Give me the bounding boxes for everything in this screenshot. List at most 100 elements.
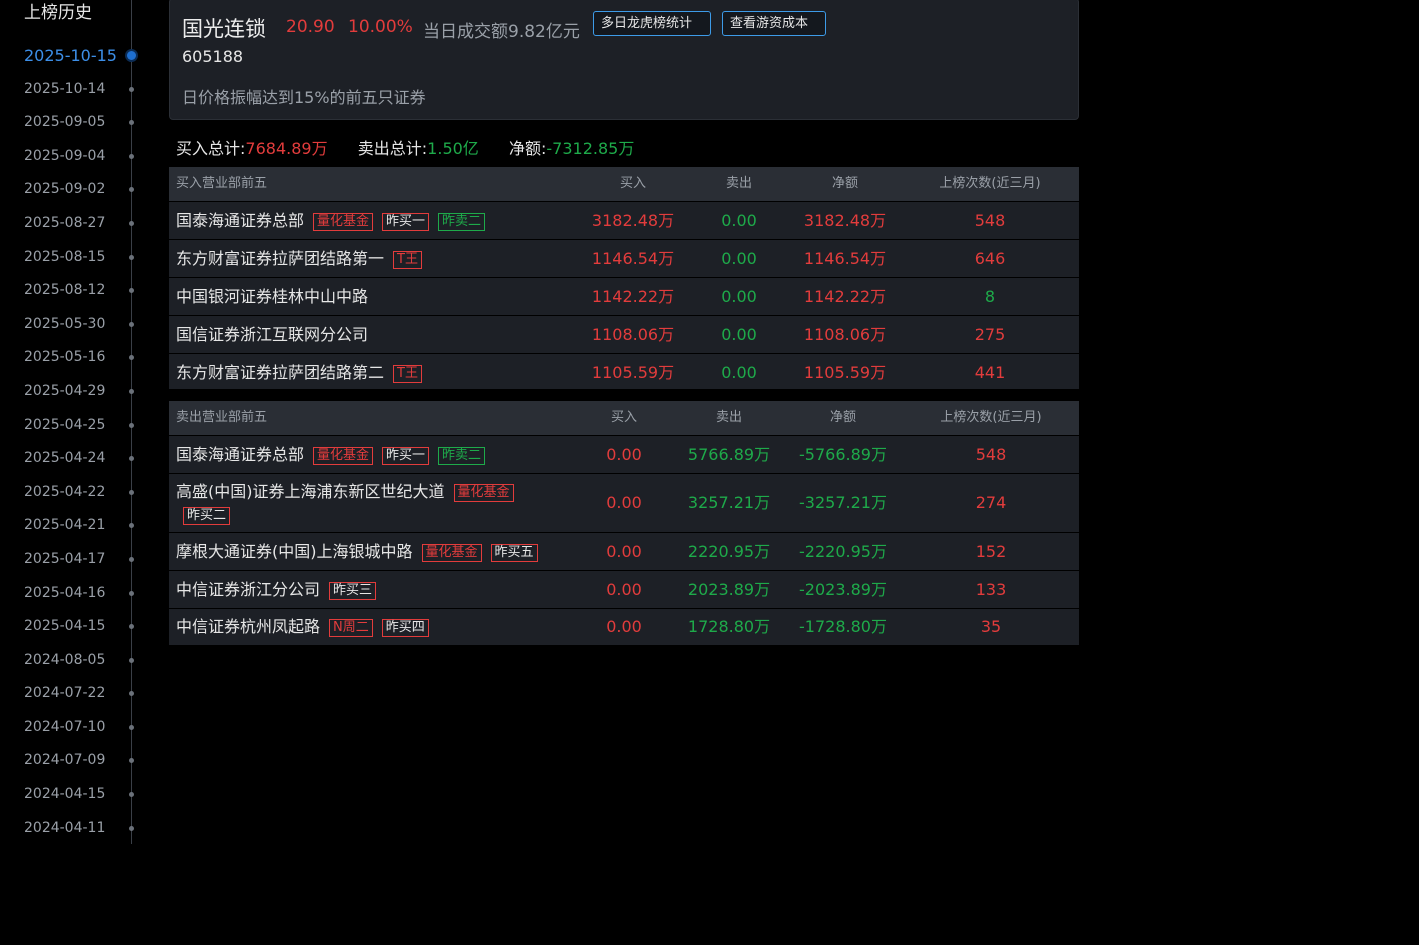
timeline-date-item[interactable]: 2025-04-17	[0, 543, 160, 577]
timeline-date-label: 2025-10-14	[24, 80, 106, 97]
net-amount-cell: 1146.54万	[803, 249, 887, 268]
branch-tag-badge: 昨买一	[382, 447, 430, 465]
timeline-date-label: 2025-04-21	[24, 517, 106, 534]
timeline-date-label: 2024-07-22	[24, 685, 106, 702]
timeline-dot-icon	[129, 590, 134, 596]
net-amount-cell: 3182.48万	[803, 211, 887, 230]
timeline-date-item[interactable]: 2025-09-05	[0, 106, 160, 140]
timeline-date-label: 2024-04-15	[24, 786, 106, 803]
timeline-date-label: 2025-09-05	[24, 114, 106, 131]
net-amount-cell: -3257.21万	[799, 493, 887, 512]
sell-amount-cell: 2220.95万	[687, 542, 771, 561]
timeline-date-item[interactable]: 2025-09-02	[0, 173, 160, 207]
sell-amount-cell: 1728.80万	[687, 617, 771, 636]
table-row[interactable]: 东方财富证券拉萨团结路第一 T王 1146.54万 0.00 1146.54万 646	[169, 239, 1079, 277]
timeline-date-item[interactable]: 2025-04-29	[0, 375, 160, 409]
timeline-dot-icon	[129, 556, 134, 562]
timeline-date-label: 2025-08-12	[24, 282, 106, 299]
timeline-date-label: 2025-04-15	[24, 618, 106, 635]
timeline-date-item[interactable]: 2024-04-15	[0, 778, 160, 812]
view-cost-button[interactable]: 查看游资成本	[722, 11, 826, 36]
timeline-date-item[interactable]: 2025-08-27	[0, 207, 160, 241]
timeline-date-item[interactable]: 2025-04-16	[0, 577, 160, 611]
timeline-date-item[interactable]: 2025-08-12	[0, 274, 160, 308]
branch-tag-badge: 量化基金	[453, 484, 514, 502]
branch-tag-badge: T王	[393, 251, 422, 269]
net-amount-cell: -5766.89万	[799, 445, 887, 464]
table-row[interactable]: 中国银河证券桂林中山中路 1142.22万 0.00 1142.22万 8	[169, 277, 1079, 315]
timeline-date-item[interactable]: 2024-07-09	[0, 744, 160, 778]
table-row[interactable]: 国泰海通证券总部 量化基金 昨买一 昨卖二 0.00 5766.89万 -5766.89万 5…	[169, 435, 1079, 473]
buy-total-label: 买入总计:	[176, 139, 246, 158]
timeline-date-item[interactable]: 2025-04-24	[0, 442, 160, 476]
timeline-date-item[interactable]: 2025-10-15	[0, 39, 160, 73]
timeline-dot-icon	[129, 321, 134, 327]
header-sell: 卖出	[725, 176, 752, 191]
listing-count-cell: 646	[974, 249, 1006, 268]
branch-name: 国信证券浙江互联网分公司	[176, 325, 369, 344]
buy-amount-cell: 0.00	[606, 617, 642, 636]
timeline-date-label: 2024-08-05	[24, 651, 106, 668]
timeline-date-item[interactable]: 2025-04-21	[0, 509, 160, 543]
buy-amount-cell: 0.00	[606, 493, 642, 512]
sell-amount-cell: 5766.89万	[687, 445, 771, 464]
branch-name-cell: 中信证券杭州凤起路 N周二 昨买四	[176, 609, 429, 645]
net-amount-cell: 1108.06万	[803, 325, 887, 344]
listing-count-cell: 274	[975, 493, 1007, 512]
timeline-dot-icon	[129, 489, 134, 495]
timeline-date-item[interactable]: 2025-05-16	[0, 341, 160, 375]
trade-summary: 买入总计:7684.89万 卖出总计:1.50亿 净额:-7312.85万	[176, 135, 634, 159]
timeline-dot-icon	[129, 657, 134, 663]
timeline-dot-icon	[129, 254, 134, 260]
multi-day-stats-button[interactable]: 多日龙虎榜统计	[593, 11, 711, 36]
branch-tag-badge: 昨卖二	[438, 213, 486, 231]
table-row[interactable]: 国信证券浙江互联网分公司 1108.06万 0.00 1108.06万 275	[169, 315, 1079, 353]
timeline-date-item[interactable]: 2025-04-15	[0, 610, 160, 644]
history-sidebar: 上榜历史 2025-10-15 2025-10-14 2025-09-05 2025-…	[0, 0, 160, 945]
timeline-date-label: 2025-04-24	[24, 450, 106, 467]
header-net: 净额	[829, 410, 856, 425]
timeline-date-item[interactable]: 2024-07-10	[0, 711, 160, 745]
table-row[interactable]: 摩根大通证券(中国)上海银城中路 量化基金 昨买五 0.00 2220.95万 -2220…	[169, 532, 1079, 570]
timeline-dot-icon	[129, 86, 134, 92]
table-row[interactable]: 中信证券杭州凤起路 N周二 昨买四 0.00 1728.80万 -1728.80万 35	[169, 608, 1079, 645]
timeline-dot-icon	[127, 51, 136, 60]
table-row[interactable]: 中信证券浙江分公司 昨买三 0.00 2023.89万 -2023.89万 133	[169, 570, 1079, 608]
table-row[interactable]: 国泰海通证券总部 量化基金 昨买一 昨卖二 3182.48万 0.00 3182.48万 54…	[169, 201, 1079, 239]
timeline-dot-icon	[129, 187, 134, 193]
timeline-dot-icon	[129, 388, 134, 394]
buy-amount-cell: 1142.22万	[591, 287, 675, 306]
timeline-date-item[interactable]: 2024-08-05	[0, 644, 160, 678]
timeline-dot-icon	[129, 422, 134, 428]
branch-name: 国泰海通证券总部	[176, 445, 305, 464]
timeline-date-label: 2025-10-15	[24, 46, 117, 65]
timeline-dot-icon	[129, 220, 134, 226]
listing-count-cell: 548	[974, 211, 1006, 230]
sell-amount-cell: 3257.21万	[687, 493, 771, 512]
table-header: 卖出营业部前五 买入 卖出 净额 上榜次数(近三月)	[169, 401, 1079, 435]
net-total-value: -7312.85万	[546, 139, 635, 158]
table-row[interactable]: 高盛(中国)证券上海浦东新区世纪大道 量化基金昨买二 0.00 3257.21万 -32…	[169, 473, 1079, 532]
timeline-date-item[interactable]: 2024-07-22	[0, 677, 160, 711]
timeline-dot-icon	[129, 355, 134, 361]
listing-reason: 日价格振幅达到15%的前五只证券	[182, 88, 426, 107]
table-row[interactable]: 东方财富证券拉萨团结路第二 T王 1105.59万 0.00 1105.59万 441	[169, 353, 1079, 391]
timeline-date-item[interactable]: 2025-04-22	[0, 476, 160, 510]
timeline-date-item[interactable]: 2025-05-30	[0, 308, 160, 342]
buy-amount-cell: 1108.06万	[591, 325, 675, 344]
buy-amount-cell: 3182.48万	[591, 211, 675, 230]
sell-total-label: 卖出总计:	[357, 139, 428, 158]
branch-name-cell: 国泰海通证券总部 量化基金 昨买一 昨卖二	[176, 436, 486, 473]
timeline-date-item[interactable]: 2024-04-11	[0, 812, 160, 846]
listing-count-cell: 548	[975, 445, 1007, 464]
header-count: 上榜次数(近三月)	[940, 410, 1042, 425]
timeline-date-item[interactable]: 2025-04-25	[0, 409, 160, 443]
header-branch: 卖出营业部前五	[176, 410, 268, 425]
timeline-date-item[interactable]: 2025-10-14	[0, 73, 160, 107]
branch-tag-badge: 昨买五	[490, 544, 538, 562]
sell-amount-cell: 0.00	[721, 363, 757, 382]
branch-tag-badge: 昨买二	[183, 507, 231, 525]
timeline-date-item[interactable]: 2025-08-15	[0, 241, 160, 275]
timeline-date-item[interactable]: 2025-09-04	[0, 140, 160, 174]
branch-name-cell: 国信证券浙江互联网分公司	[176, 316, 368, 353]
